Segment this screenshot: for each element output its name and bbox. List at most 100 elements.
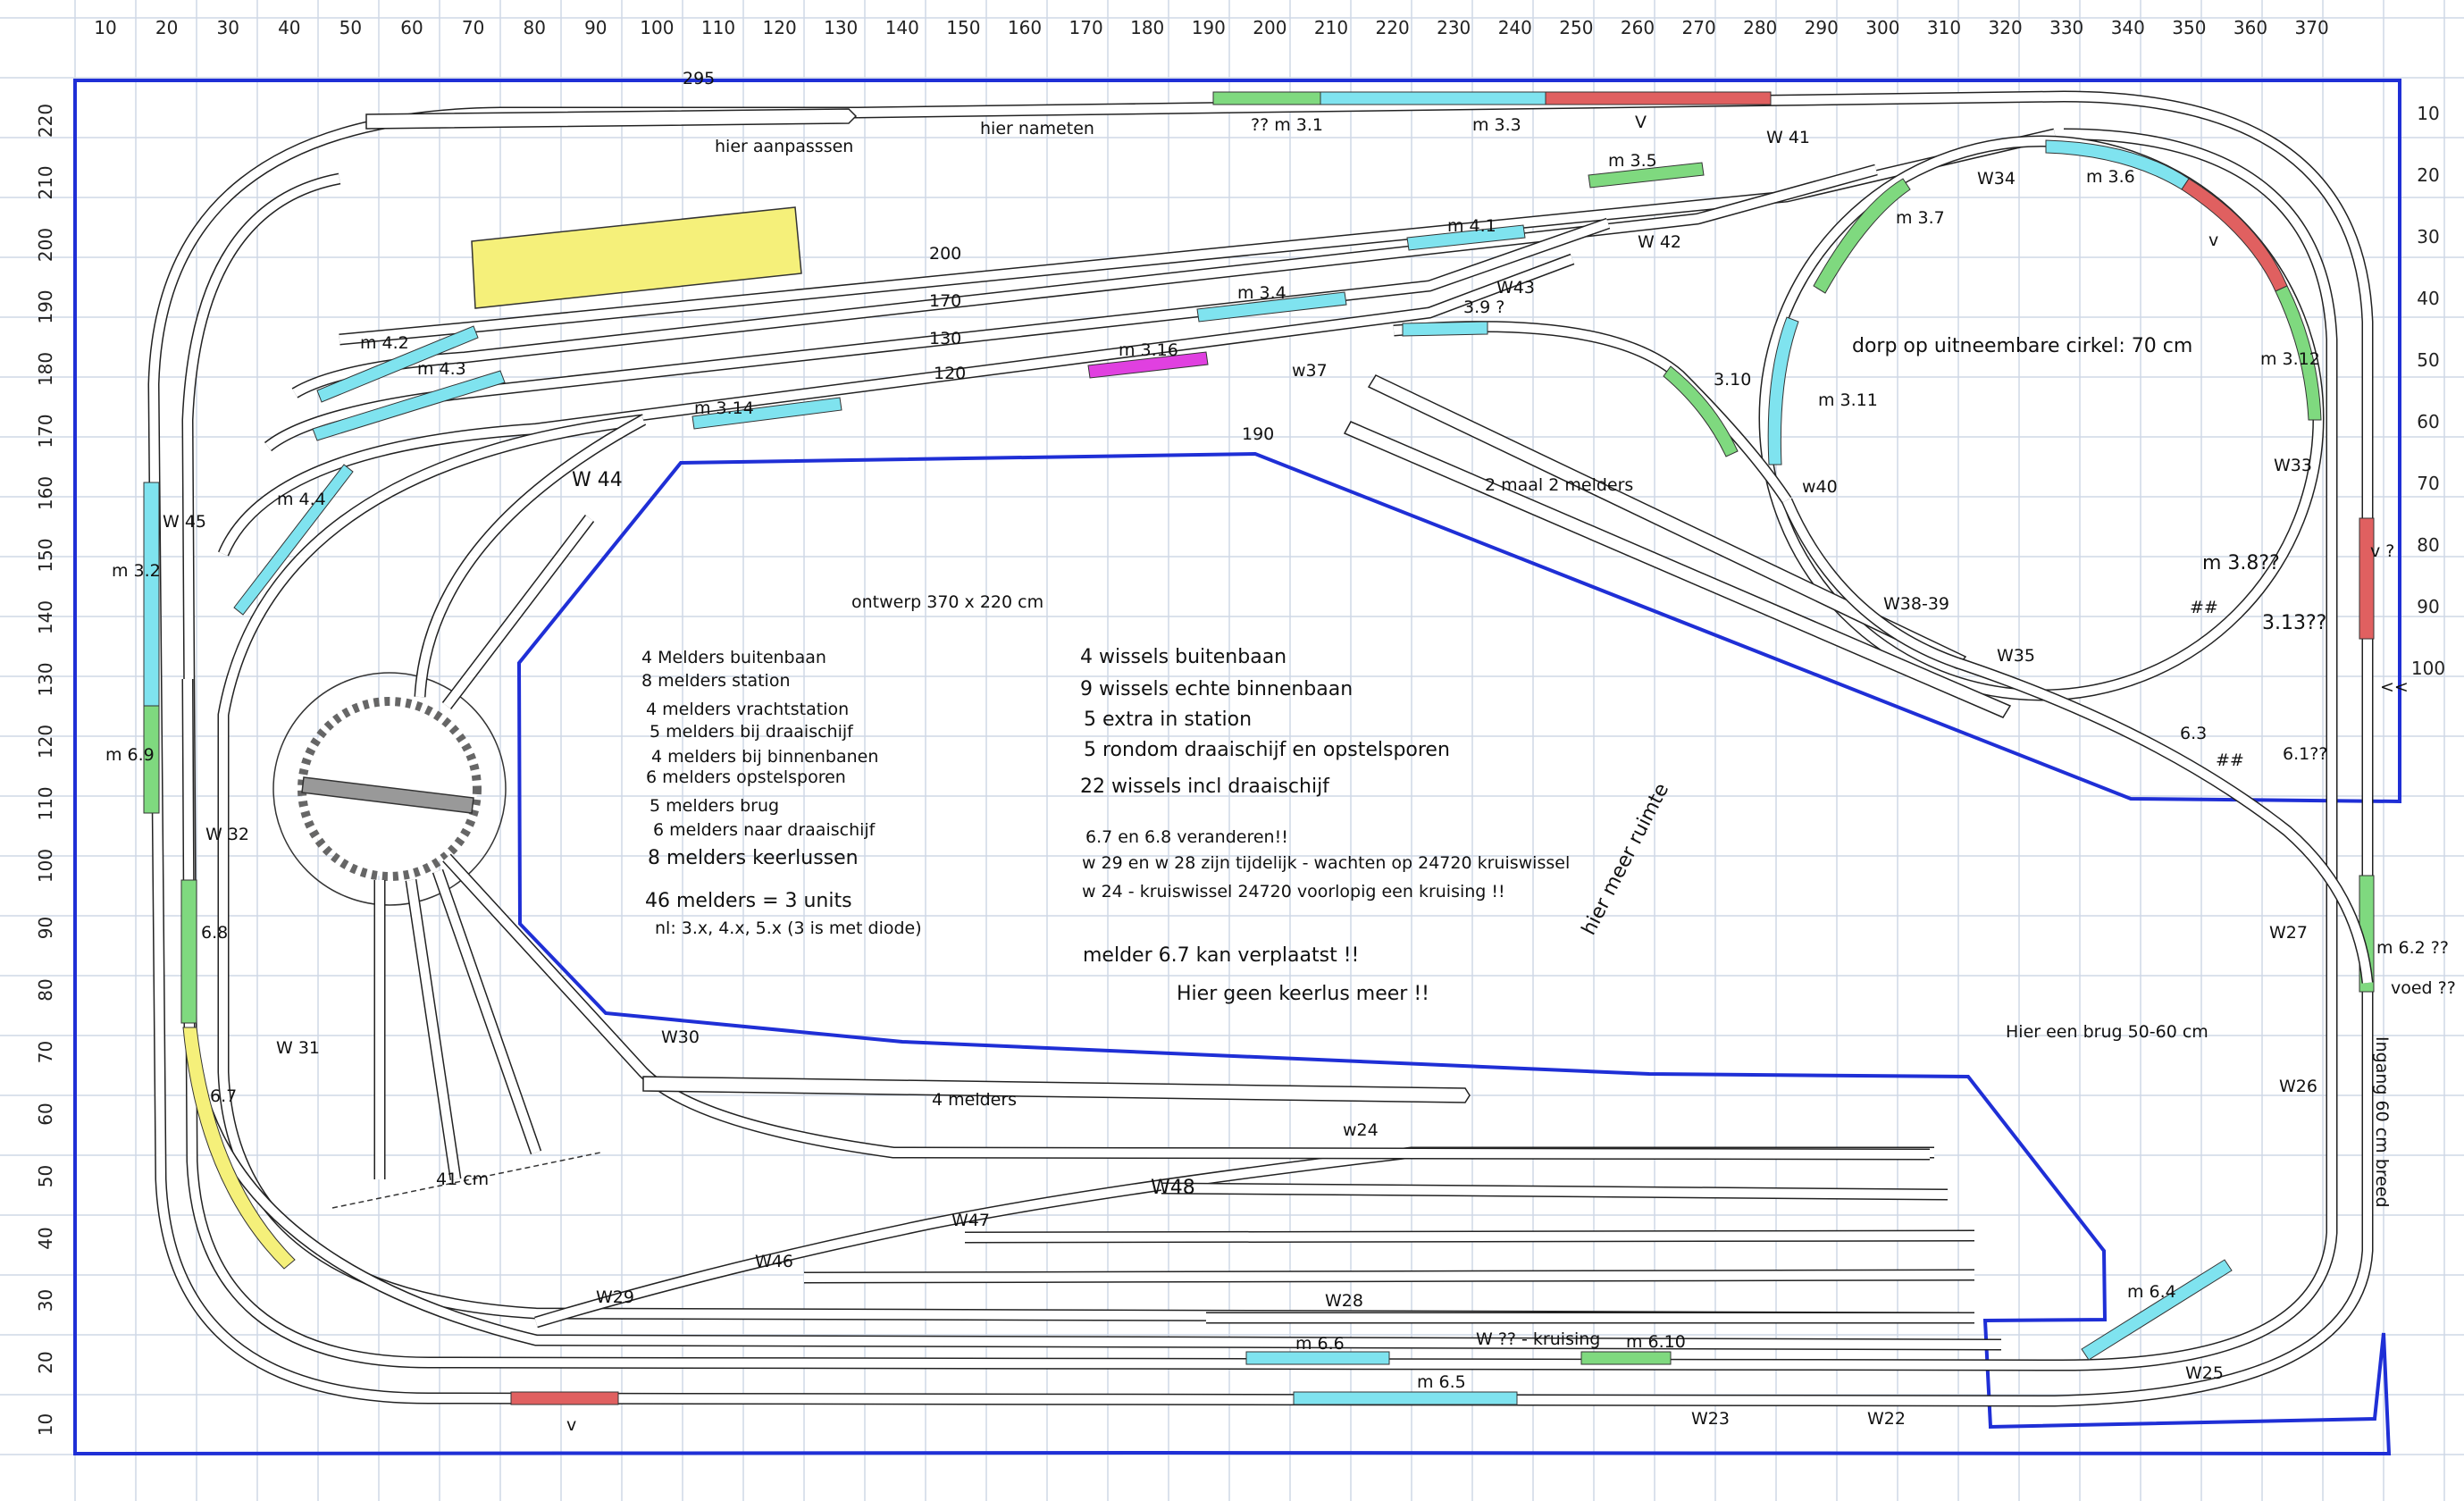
- ruler-left-tick: 70: [35, 1041, 56, 1063]
- ruler-left-tick: 80: [35, 978, 56, 1001]
- label-m3-4: m 3.4: [1237, 283, 1286, 303]
- label-hier-nameten: hier nameten: [980, 119, 1094, 138]
- label-m3-2: m 3.2: [112, 561, 161, 581]
- ruler-top-tick: 340: [2111, 17, 2145, 38]
- label-w43: W43: [1496, 278, 1535, 298]
- sensor-v-top: [1545, 91, 1772, 105]
- label-w46: W46: [755, 1252, 793, 1271]
- ruler-right-tick: 80: [2417, 534, 2439, 556]
- label-ingang: Ingang 60 cm breed: [2372, 1036, 2392, 1208]
- label-meer-ruimte: hier meer ruimte: [1578, 780, 1673, 939]
- ruler-left-tick: 180: [35, 352, 56, 386]
- ruler-top-tick: 220: [1376, 17, 1410, 38]
- label-w48: W48: [1151, 1177, 1195, 1199]
- label-m3-12: m 3.12: [2260, 349, 2320, 369]
- ruler-top-tick: 330: [2049, 17, 2083, 38]
- label-w26: W26: [2279, 1077, 2317, 1096]
- ruler-top-tick: 300: [1865, 17, 1899, 38]
- note-left-7: 6 melders naar draaischijf: [653, 820, 876, 840]
- label-m6-6: m 6.6: [1295, 1334, 1345, 1354]
- label-w29: W29: [596, 1287, 634, 1307]
- ruler-right-tick: 90: [2417, 596, 2439, 617]
- label-295: 295: [683, 69, 715, 88]
- ruler-top-tick: 320: [1989, 17, 2023, 38]
- sensor-m6-8: [180, 879, 197, 1024]
- ruler-left-tick: 50: [35, 1165, 56, 1187]
- sensor-m6-10: [1580, 1351, 1672, 1365]
- ruler-top-tick: 230: [1437, 17, 1471, 38]
- ruler-top-tick: 370: [2295, 17, 2329, 38]
- ruler-top-tick: 270: [1682, 17, 1716, 38]
- note-left-10: nl: 3.x, 4.x, 5.x (3 is met diode): [655, 918, 922, 938]
- label-v-right: v ?: [2370, 541, 2394, 561]
- yard-sidings: [534, 1146, 1975, 1329]
- note-left-8: 8 melders keerlussen: [648, 847, 859, 869]
- ruler-top-tick: 130: [824, 17, 858, 38]
- vier-melders-siding: [642, 1076, 1471, 1103]
- ruler-right-tick: 40: [2417, 288, 2439, 309]
- note-left-2: 4 melders vrachtstation: [646, 700, 849, 719]
- note-right-8: melder 6.7 kan verplaatst !!: [1083, 944, 1359, 967]
- label-vier-melders: 4 melders: [932, 1090, 1017, 1110]
- label-w40: w40: [1802, 477, 1838, 497]
- ruler-top-tick: 280: [1743, 17, 1777, 38]
- ruler-right-tick: 100: [2411, 658, 2445, 679]
- sensor-v-bottom: [510, 1391, 619, 1405]
- label-m3-11: m 3.11: [1818, 390, 1878, 410]
- ruler-top-tick: 260: [1621, 17, 1655, 38]
- ruler-top-tick: 290: [1805, 17, 1839, 38]
- note-right-3: 5 rondom draaischijf en opstelsporen: [1084, 739, 1450, 761]
- label-m6-2: m 6.2 ??: [2376, 938, 2449, 958]
- label-w30: W30: [661, 1027, 700, 1047]
- note-left-0: 4 Melders buitenbaan: [641, 648, 826, 667]
- label-w41: W 41: [1766, 128, 1810, 147]
- ruler-left-tick: 60: [35, 1103, 56, 1125]
- note-right-9: Hier geen keerlus meer !!: [1177, 983, 1429, 1005]
- note-left-4: 4 melders bij binnenbanen: [651, 747, 878, 767]
- note-right-2: 5 extra in station: [1084, 709, 1252, 731]
- ruler-left-tick: 160: [35, 476, 56, 510]
- ruler-top-tick: 10: [94, 17, 116, 38]
- diagonal-siding-2: [1343, 421, 2012, 718]
- label-twee-maal: 2 maal 2 melders: [1485, 475, 1633, 495]
- ruler-left-tick: 110: [35, 786, 56, 820]
- note-left-9: 46 melders = 3 units: [645, 890, 852, 912]
- label-m6-7: 6.7: [210, 1086, 237, 1106]
- sensor-m3-9: [1402, 321, 1488, 337]
- label-41cm: 41 cm: [436, 1170, 489, 1189]
- ruler-top-tick: 20: [155, 17, 178, 38]
- ruler-left-tick: 120: [35, 725, 56, 759]
- label-m3-16: m 3.16: [1119, 340, 1178, 360]
- label-w37: w37: [1292, 361, 1328, 381]
- label-m6-10: m 6.10: [1626, 1332, 1686, 1352]
- ruler-top-tick: 70: [462, 17, 484, 38]
- sensor-m3-1: [1212, 91, 1321, 105]
- ruler-top-tick: 180: [1130, 17, 1164, 38]
- ruler-left: 220 210 200 190 180 170 160 150 140 130 120 110 100 9…: [35, 104, 56, 1436]
- ruler-left-tick: 170: [35, 414, 56, 448]
- label-kruising: W ?? - kruising: [1476, 1329, 1600, 1349]
- label-w42: W 42: [1638, 232, 1681, 252]
- sensor-m6-6: [1245, 1351, 1390, 1365]
- label-w33: W33: [2274, 456, 2312, 475]
- sensor-m3-2: [143, 482, 160, 707]
- label-m4-3: m 4.3: [417, 359, 466, 379]
- ruler-top: 10 20 30 40 50 60 70 80 90 100 110 120 130 140 150 160 1…: [94, 17, 2328, 38]
- label-hash-2: ##: [2216, 750, 2244, 770]
- ruler-top-tick: 110: [701, 17, 735, 38]
- ruler-top-tick: 40: [278, 17, 300, 38]
- note-left-1: 8 melders station: [641, 671, 791, 691]
- label-m3-14: m 3.14: [694, 398, 754, 418]
- label-w23: W23: [1691, 1409, 1730, 1429]
- label-w28: W28: [1325, 1291, 1363, 1311]
- ruler-right-tick: 50: [2417, 349, 2439, 371]
- right-loop-link: [1781, 498, 2374, 984]
- label-w22: W22: [1867, 1409, 1906, 1429]
- ruler-top-tick: 100: [640, 17, 674, 38]
- ruler-top-tick: 140: [885, 17, 919, 38]
- ruler-left-tick: 90: [35, 917, 56, 939]
- label-m3-5: m 3.5: [1608, 151, 1657, 171]
- note-right-1: 9 wissels echte binnenbaan: [1080, 678, 1353, 700]
- label-w31: W 31: [276, 1038, 320, 1058]
- ruler-left-tick: 100: [35, 849, 56, 883]
